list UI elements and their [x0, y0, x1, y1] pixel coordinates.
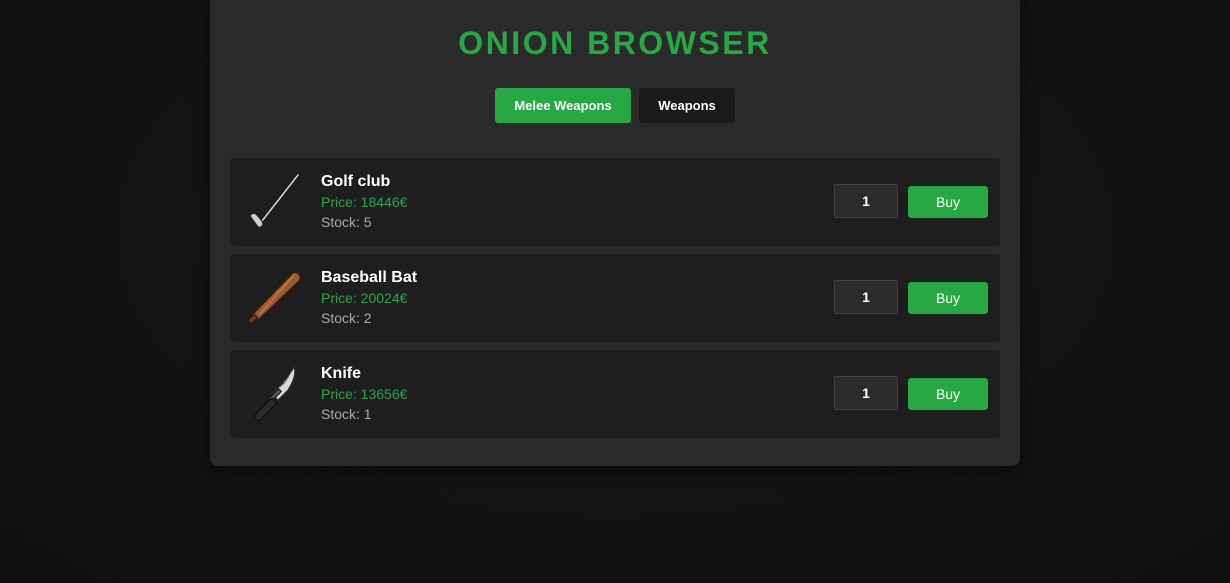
item-info: Knife Price: 13656€ Stock: 1 [321, 364, 407, 424]
app-title: ONION BROWSER [458, 25, 772, 61]
item-stock: Stock: 1 [321, 406, 372, 422]
item-price: Price: 13656€ [321, 386, 408, 402]
list-item: Baseball Bat Price: 20024€ Stock: 2 Buy [230, 254, 1000, 342]
item-price: Price: 20024€ [321, 290, 408, 306]
baseball-bat-icon [244, 268, 304, 328]
buy-button[interactable]: Buy [908, 378, 988, 410]
golf-club-icon [244, 172, 304, 232]
item-name: Knife [321, 365, 361, 382]
category-tabs: Melee Weapons Weapons [210, 88, 1020, 123]
item-list: Golf club Price: 18446€ Stock: 5 Buy Bas… [230, 158, 1000, 446]
tab-melee-weapons[interactable]: Melee Weapons [495, 88, 631, 123]
item-info: Golf club Price: 18446€ Stock: 5 [321, 172, 407, 232]
list-item: Golf club Price: 18446€ Stock: 5 Buy [230, 158, 1000, 246]
item-price: Price: 18446€ [321, 194, 408, 210]
buy-button[interactable]: Buy [908, 282, 988, 314]
item-info: Baseball Bat Price: 20024€ Stock: 2 [321, 268, 417, 328]
buy-button[interactable]: Buy [908, 186, 988, 218]
shop-panel: ONION BROWSER Melee Weapons Weapons Golf… [210, 0, 1020, 466]
item-name: Baseball Bat [321, 269, 418, 286]
quantity-input[interactable] [834, 376, 898, 410]
quantity-input[interactable] [834, 280, 898, 314]
list-item: Knife Price: 13656€ Stock: 1 Buy [230, 350, 1000, 438]
tab-weapons[interactable]: Weapons [639, 88, 735, 123]
item-name: Golf club [321, 173, 391, 190]
quantity-input[interactable] [834, 184, 898, 218]
knife-icon [244, 364, 304, 424]
item-stock: Stock: 2 [321, 310, 372, 326]
item-stock: Stock: 5 [321, 214, 372, 230]
